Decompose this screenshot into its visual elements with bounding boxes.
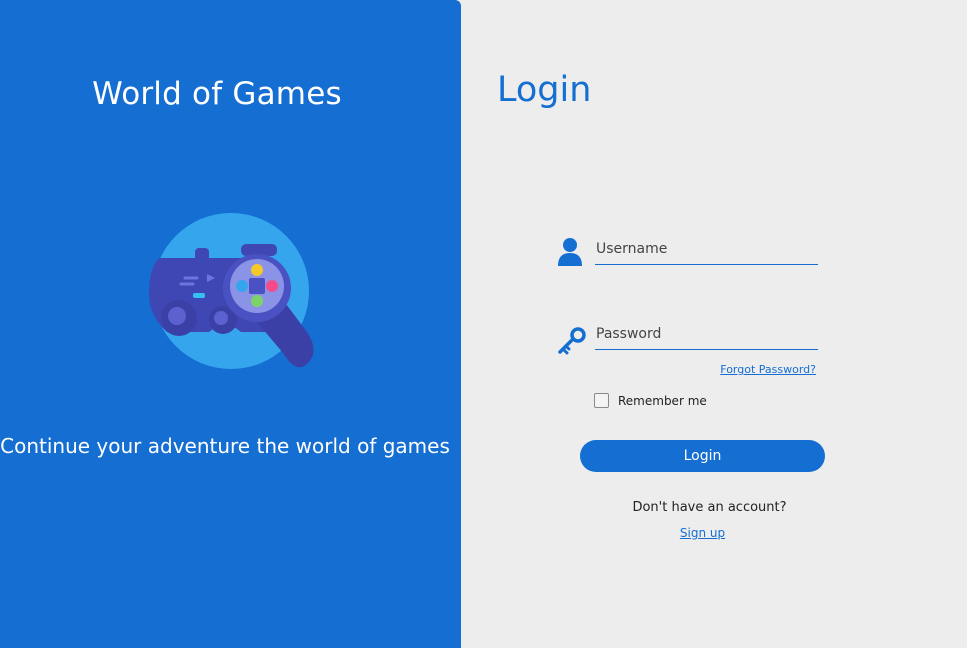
remember-me-label: Remember me [618, 393, 707, 408]
username-input[interactable] [595, 234, 818, 265]
no-account-text: Don't have an account? [632, 500, 787, 515]
login-title: Login [497, 70, 592, 110]
password-input[interactable] [595, 319, 818, 350]
forgot-password-link[interactable]: Forgot Password? [720, 363, 816, 376]
left-panel: World of Games Continue your adventure t… [0, 0, 461, 648]
remember-me-checkbox-row[interactable]: Remember me [594, 393, 707, 408]
remember-me-checkbox[interactable] [594, 393, 609, 408]
login-button[interactable]: Login [580, 440, 825, 472]
user-icon [558, 238, 582, 266]
app-title: World of Games [92, 76, 342, 112]
tagline: Continue your adventure the world of gam… [0, 434, 450, 458]
gamepad-icon [149, 213, 314, 369]
key-icon [558, 327, 586, 355]
signup-link[interactable]: Sign up [580, 526, 825, 540]
